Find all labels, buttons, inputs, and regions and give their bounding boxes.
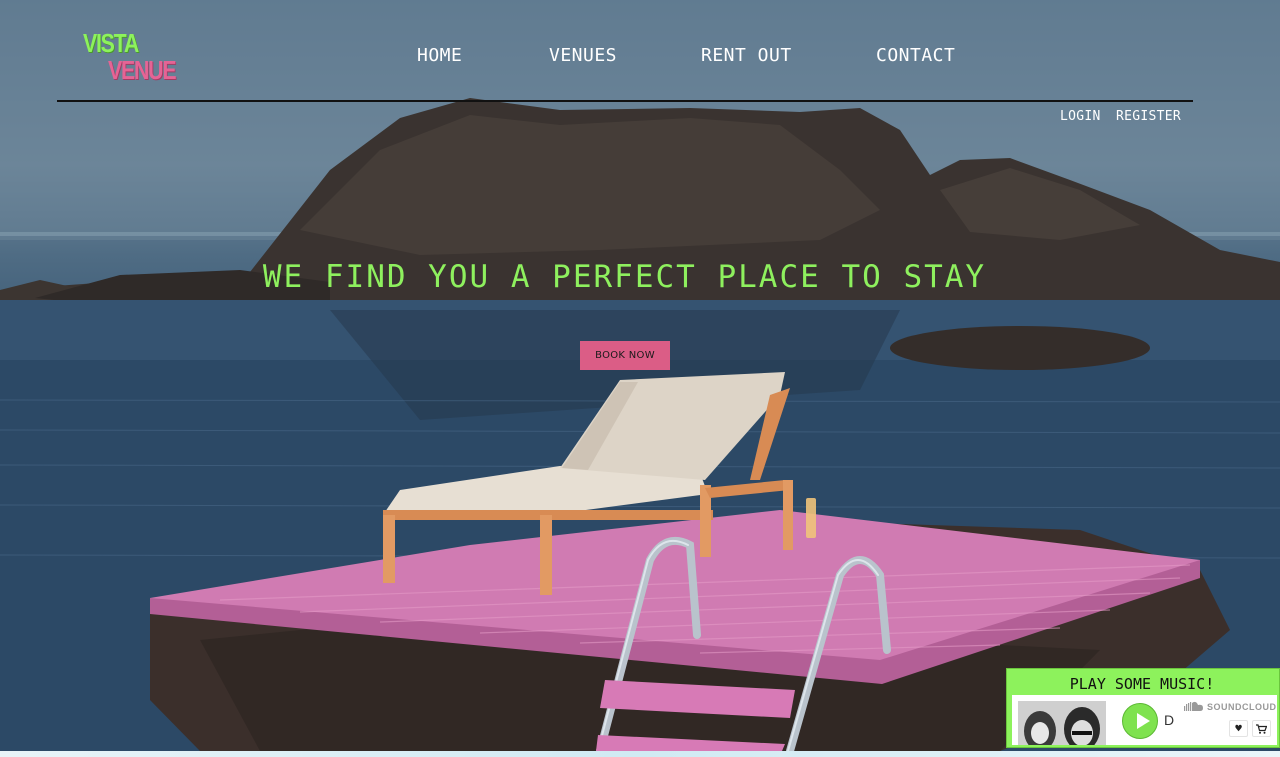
play-icon[interactable] [1122,703,1158,739]
music-widget: PLAY SOME MUSIC! D SOUNDCLOUD ♥ [1006,668,1280,748]
login-link[interactable]: LOGIN [1060,109,1101,124]
cart-icon [1256,724,1268,734]
soundcloud-brand-label: SOUNDCLOUD [1207,702,1277,712]
register-link[interactable]: REGISTER [1116,109,1181,124]
soundcloud-icon [1184,701,1203,711]
hero-headline: WE FIND YOU A PERFECT PLACE TO STAY [262,259,987,295]
like-button[interactable]: ♥ [1229,720,1248,737]
soundcloud-brand[interactable]: SOUNDCLOUD [1184,701,1277,712]
nav-item-venues[interactable]: VENUES [549,45,617,66]
heart-icon: ♥ [1235,722,1242,735]
track-title[interactable]: D [1164,712,1174,728]
soundcloud-player: D SOUNDCLOUD ♥ [1012,695,1277,745]
track-artwork[interactable] [1018,701,1106,745]
vista-venue-logo[interactable]: VISTA VENUE [83,28,177,86]
buy-button[interactable] [1252,720,1271,737]
music-widget-title: PLAY SOME MUSIC! [1069,675,1215,693]
nav-item-home[interactable]: HOME [417,45,462,66]
artwork-photo [1018,701,1106,745]
nav-item-rent-out[interactable]: RENT OUT [701,45,792,66]
nav-item-contact[interactable]: CONTACT [876,45,955,66]
book-now-button[interactable]: BOOK NOW [580,341,670,370]
logo-line-2: VENUE [108,55,177,85]
page-bottom-strip [0,751,1280,757]
header-divider [57,100,1193,102]
logo-line-1: VISTA [83,28,139,58]
